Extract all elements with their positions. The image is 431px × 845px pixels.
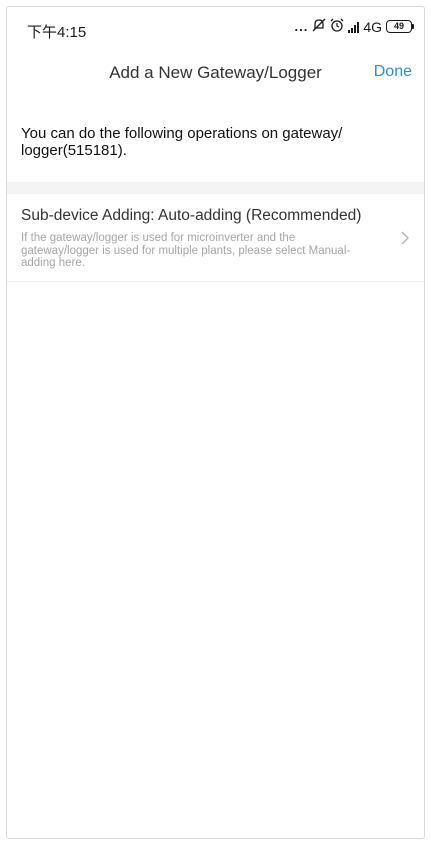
navigation-bar: Add a New Gateway/Logger Done — [7, 47, 424, 97]
option-description: If the gateway/logger is used for microi… — [21, 232, 351, 269]
done-button[interactable]: Done — [374, 63, 412, 81]
intro-text: You can do the following operations on g… — [21, 125, 343, 159]
network-type: 4G — [363, 18, 382, 35]
status-time: 下午4:15 — [27, 24, 87, 41]
app-screen: 下午4:15 ... 4G 49 Add a New Gateway/Logge… — [6, 6, 425, 839]
battery-icon: 49 — [386, 20, 414, 33]
option-title: Sub-device Adding: Auto-adding (Recommen… — [21, 207, 362, 224]
page-title: Add a New Gateway/Logger — [109, 63, 322, 82]
signal-icon — [348, 21, 360, 33]
battery-level: 49 — [386, 20, 412, 33]
auto-adding-option[interactable]: Sub-device Adding: Auto-adding (Recommen… — [7, 194, 424, 282]
section-divider — [7, 182, 424, 194]
status-bar: 下午4:15 ... 4G 49 — [7, 7, 424, 47]
alarm-icon — [330, 18, 344, 35]
mute-icon — [312, 18, 326, 35]
more-dots-icon: ... — [294, 19, 309, 34]
status-icons: ... 4G 49 — [294, 18, 414, 35]
chevron-right-icon — [400, 231, 410, 245]
